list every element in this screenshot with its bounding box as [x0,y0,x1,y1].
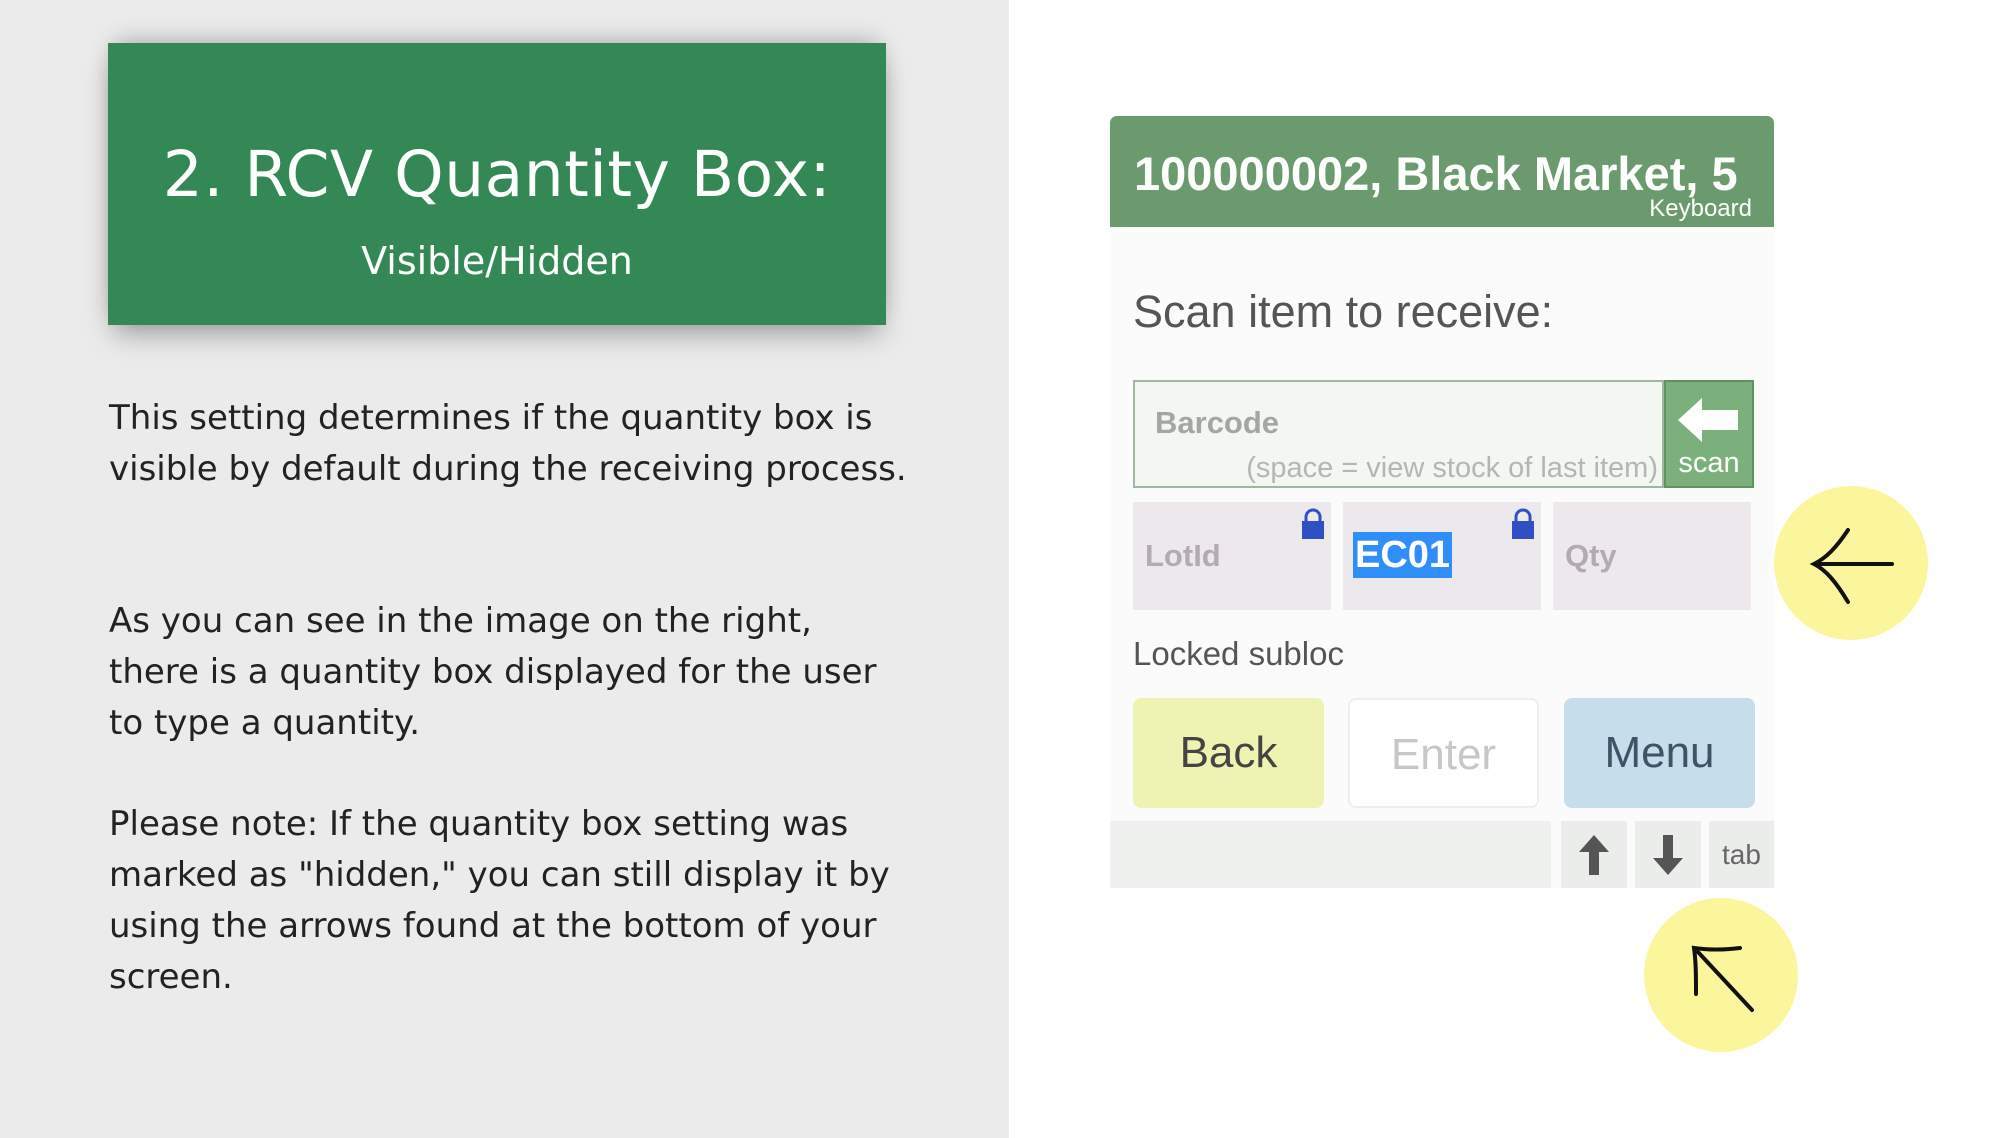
enter-button[interactable]: Enter [1348,698,1539,808]
lotid-field[interactable]: LotId [1133,502,1331,610]
scan-button[interactable]: scan [1664,380,1754,488]
keyboard-toggle[interactable]: Keyboard [1649,195,1752,223]
menu-button[interactable]: Menu [1564,698,1755,808]
tab-button[interactable]: tab [1709,821,1774,888]
description-paragraph: As you can see in the image on the right… [109,601,877,743]
title-banner: 2. RCV Quantity Box: Visible/Hidden [108,43,886,325]
lock-icon[interactable] [1301,508,1325,540]
qty-placeholder: Qty [1565,538,1617,573]
subloc-value: EC01 [1353,532,1453,578]
slide-subtitle: Visible/Hidden [361,239,633,283]
slide-text-panel: 2. RCV Quantity Box: Visible/Hidden This… [0,0,1009,1138]
slide: 2. RCV Quantity Box: Visible/Hidden This… [0,0,1996,1138]
left-arrow-icon [1678,398,1738,442]
down-arrow-button[interactable] [1635,821,1701,888]
highlight-marker [1774,486,1928,640]
bottom-toolbar [1110,821,1551,888]
barcode-hint: (space = view stock of last item) [1246,452,1658,484]
slide-title: 2. RCV Quantity Box: [162,138,832,211]
up-left-arrow-icon [1691,945,1754,1012]
back-button[interactable]: Back [1133,698,1324,808]
up-arrow-button[interactable] [1561,821,1627,888]
screen-header: 100000002, Black Market, 5 Keyboard [1110,116,1774,227]
scan-prompt: Scan item to receive: [1133,286,1554,337]
arrow-down-icon [1653,835,1683,875]
lock-icon[interactable] [1511,508,1535,540]
header-title: 100000002, Black Market, 5 [1134,147,1738,200]
locked-subloc-note: Locked subloc [1133,635,1344,672]
barcode-placeholder: Barcode [1155,405,1280,440]
barcode-input[interactable]: Barcode (space = view stock of last item… [1133,380,1664,488]
scan-label: scan [1678,447,1740,479]
description-paragraph: This setting determines if the quantity … [109,398,907,489]
qty-field[interactable]: Qty [1553,502,1751,610]
lotid-placeholder: LotId [1145,538,1221,573]
tab-label: tab [1722,839,1761,870]
note-paragraph: Please note: If the quantity box setting… [109,804,890,997]
arrow-up-icon [1579,835,1609,875]
device-screen-mockup: 100000002, Black Market, 5 Keyboard Scan… [1110,116,1774,888]
subloc-field[interactable]: EC01 [1343,502,1541,610]
left-arrow-icon [1809,528,1894,604]
highlight-marker [1644,898,1798,1052]
